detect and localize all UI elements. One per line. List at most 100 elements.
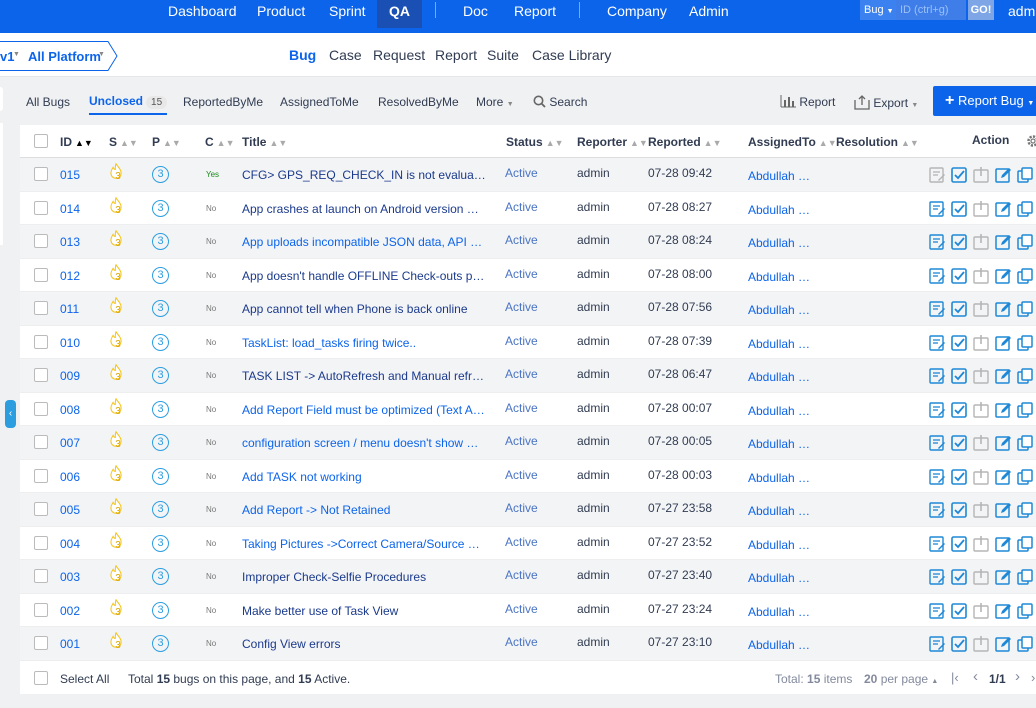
search-toggle[interactable]: Search	[533, 95, 587, 109]
edit-icon[interactable]	[995, 469, 1011, 485]
bug-title-link[interactable]: Add Report Field must be optimized (Text…	[242, 403, 490, 417]
resolve-icon[interactable]	[973, 301, 989, 317]
bug-id[interactable]: 012	[60, 269, 80, 283]
table-row[interactable]: 006 3 3 No Add TASK not working Active admin 07…	[20, 460, 1036, 493]
bug-id[interactable]: 014	[60, 202, 80, 216]
confirm-icon[interactable]	[951, 502, 967, 518]
assigned-to-link[interactable]: Abdullah …	[748, 303, 810, 317]
resolve-icon[interactable]	[973, 636, 989, 652]
copy-icon[interactable]	[1017, 602, 1033, 619]
bug-id[interactable]: 010	[60, 336, 80, 350]
select-all-checkbox[interactable]	[34, 671, 48, 685]
assigned-to-link[interactable]: Abdullah …	[748, 236, 810, 250]
confirm-icon[interactable]	[951, 368, 967, 384]
report-bug-button[interactable]: + Report Bug ▼	[933, 86, 1036, 116]
assign-icon[interactable]	[929, 602, 945, 619]
resolve-icon[interactable]	[973, 167, 989, 183]
assign-icon[interactable]	[929, 368, 945, 384]
row-checkbox[interactable]	[34, 401, 48, 416]
table-row[interactable]: 001 3 3 No Config View errors Active admin 07-2…	[20, 627, 1036, 661]
assign-icon[interactable]	[929, 234, 945, 250]
bug-id[interactable]: 008	[60, 403, 80, 417]
user-menu[interactable]: adm	[1008, 0, 1035, 22]
subnav-request[interactable]: Request	[373, 47, 425, 63]
assign-icon[interactable]	[929, 569, 945, 585]
assign-icon[interactable]	[929, 401, 945, 418]
resolve-icon[interactable]	[973, 435, 989, 451]
edit-icon[interactable]	[995, 234, 1011, 250]
product-breadcrumb[interactable]: v1 ▼ All Platform ▼	[0, 41, 118, 71]
assigned-to-link[interactable]: Abdullah …	[748, 504, 810, 518]
edit-icon[interactable]	[995, 569, 1011, 585]
table-row[interactable]: 011 3 3 No App cannot tell when Phone is bac…	[20, 292, 1036, 326]
subnav-suite[interactable]: Suite	[487, 47, 519, 63]
bug-title-link[interactable]: CFG> GPS_REQ_CHECK_IN is not evalua…	[242, 168, 490, 182]
bug-title-link[interactable]: App cannot tell when Phone is back onlin…	[242, 302, 490, 316]
export-button[interactable]: Export ▼	[854, 95, 918, 110]
bug-title-link[interactable]: App uploads incompatible JSON data, API …	[242, 235, 490, 249]
assigned-to-link[interactable]: Abdullah …	[748, 605, 810, 619]
resolve-icon[interactable]	[973, 569, 989, 585]
row-checkbox[interactable]	[34, 502, 48, 516]
row-checkbox[interactable]	[34, 334, 48, 349]
resolve-icon[interactable]	[973, 368, 989, 384]
assigned-to-link[interactable]: Abdullah …	[748, 337, 810, 351]
copy-icon[interactable]	[1017, 468, 1033, 485]
confirm-icon[interactable]	[951, 267, 967, 284]
assign-icon[interactable]	[929, 267, 945, 284]
resolve-icon[interactable]	[973, 602, 989, 619]
nav-report[interactable]: Report	[514, 0, 556, 33]
collapse-sidebar-button[interactable]: ‹	[5, 400, 16, 428]
bug-id[interactable]: 004	[60, 537, 80, 551]
bug-id[interactable]: 003	[60, 570, 80, 584]
col-header-id[interactable]: ID ▲▼	[60, 135, 93, 149]
per-page-select[interactable]: 20 per page ▲	[864, 672, 938, 686]
filter-resolved-by-me[interactable]: ResolvedByMe	[378, 95, 459, 109]
search-type-select[interactable]: Bug ▼	[860, 0, 896, 20]
copy-icon[interactable]	[1017, 535, 1033, 552]
copy-icon[interactable]	[1017, 301, 1033, 317]
edit-icon[interactable]	[995, 636, 1011, 652]
col-header-reported[interactable]: Reported ▲▼	[648, 135, 722, 149]
assigned-to-link[interactable]: Abdullah …	[748, 203, 810, 217]
confirm-icon[interactable]	[951, 435, 967, 451]
edit-icon[interactable]	[995, 301, 1011, 317]
nav-qa[interactable]: QA	[377, 0, 422, 28]
assigned-to-link[interactable]: Abdullah …	[748, 270, 810, 284]
report-button[interactable]: Report	[780, 95, 835, 109]
edit-icon[interactable]	[995, 268, 1011, 284]
copy-icon[interactable]	[1017, 234, 1033, 250]
resolve-icon[interactable]	[973, 200, 989, 217]
table-row[interactable]: 008 3 3 No Add Report Field must be optimize…	[20, 393, 1036, 426]
table-row[interactable]: 002 3 3 No Make better use of Task View Activ…	[20, 594, 1036, 627]
next-page-icon[interactable]: ›	[1015, 668, 1020, 685]
table-row[interactable]: 003 3 3 No Improper Check-Selfie Procedures A…	[20, 560, 1036, 594]
bug-title-link[interactable]: Add TASK not working	[242, 470, 490, 484]
filter-unclosed[interactable]: Unclosed 15	[89, 94, 168, 115]
copy-icon[interactable]	[1017, 435, 1033, 451]
row-checkbox[interactable]	[34, 636, 48, 650]
copy-icon[interactable]	[1017, 167, 1033, 183]
assigned-to-link[interactable]: Abdullah …	[748, 370, 810, 384]
assigned-to-link[interactable]: Abdullah …	[748, 538, 810, 552]
filter-reported-by-me[interactable]: ReportedByMe	[183, 95, 263, 109]
col-header-assigned-to[interactable]: AssignedTo ▲▼	[748, 135, 837, 149]
search-input[interactable]: ID (ctrl+g)	[896, 0, 966, 20]
assigned-to-link[interactable]: Abdullah …	[748, 571, 810, 585]
resolve-icon[interactable]	[973, 401, 989, 418]
confirm-icon[interactable]	[951, 569, 967, 585]
nav-dashboard[interactable]: Dashboard	[168, 0, 237, 33]
edit-icon[interactable]	[995, 603, 1011, 619]
subnav-bug[interactable]: Bug	[289, 47, 316, 63]
table-row[interactable]: 015 3 3 Yes CFG> GPS_REQ_CHECK_IN is not eva…	[20, 158, 1036, 192]
confirm-icon[interactable]	[951, 301, 967, 317]
table-row[interactable]: 009 3 3 No TASK LIST -> AutoRefresh and Manu…	[20, 359, 1036, 393]
resolve-icon[interactable]	[973, 334, 989, 351]
row-checkbox[interactable]	[34, 234, 48, 248]
assigned-to-link[interactable]: Abdullah …	[748, 169, 810, 183]
row-checkbox[interactable]	[34, 200, 48, 215]
row-checkbox[interactable]	[34, 602, 48, 617]
edit-icon[interactable]	[995, 167, 1011, 183]
copy-icon[interactable]	[1017, 636, 1033, 652]
edit-icon[interactable]	[995, 502, 1011, 518]
